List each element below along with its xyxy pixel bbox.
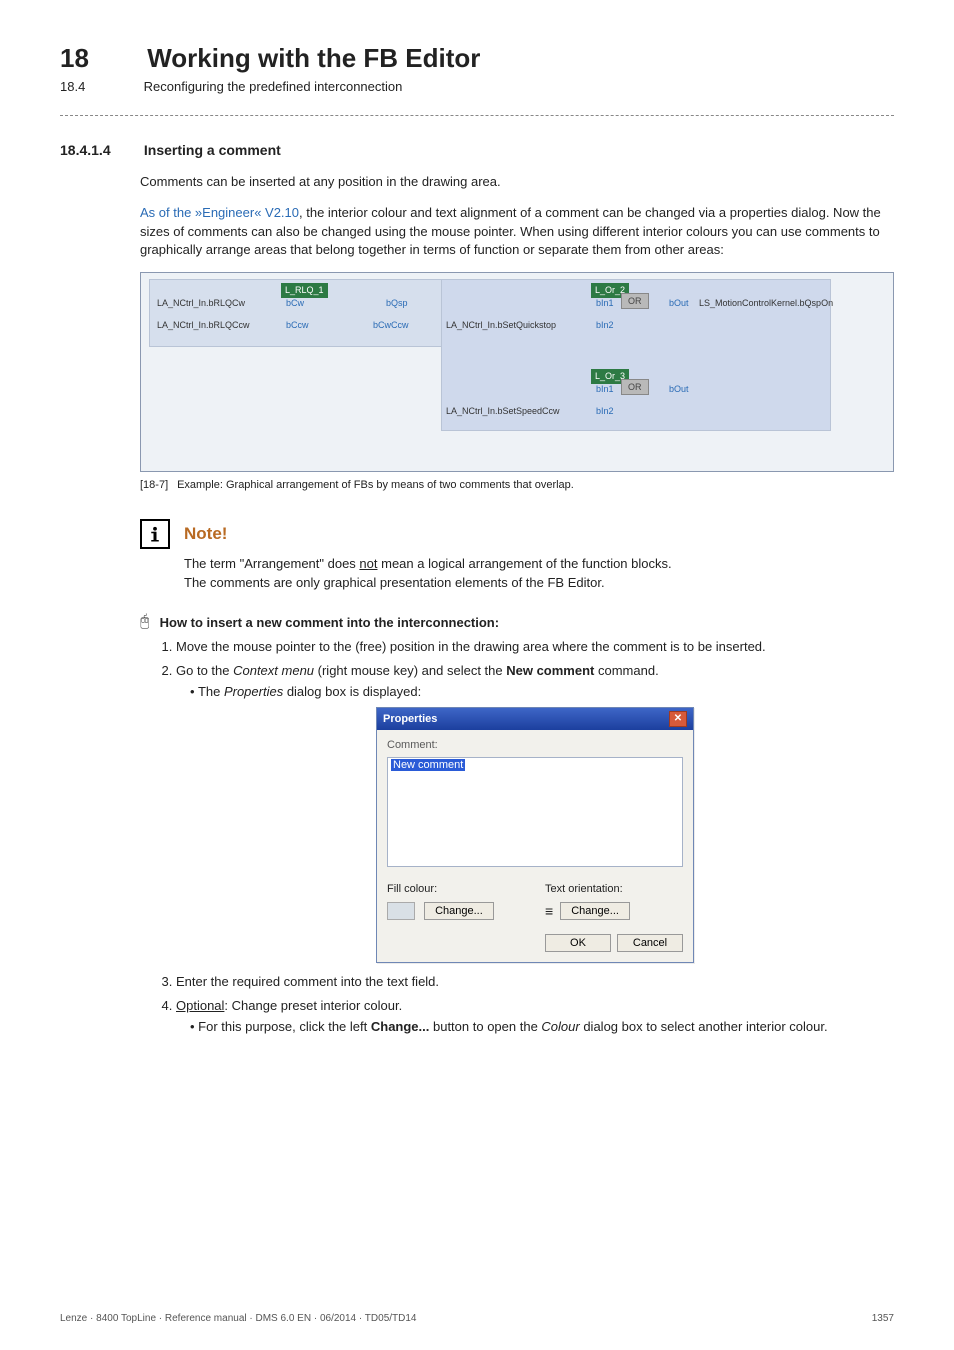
chapter-title: Working with the FB Editor [147, 43, 480, 73]
step-2-sub-properties: Properties [224, 684, 283, 699]
mouse-icon: 🖰 [140, 614, 150, 630]
step-4-sub: For this purpose, click the left Change.… [190, 1018, 894, 1036]
figure-caption: [18-7] Example: Graphical arrangement of… [140, 478, 894, 493]
footer-page: 1357 [872, 1312, 894, 1326]
figure-caption-text: Example: Graphical arrangement of FBs by… [177, 479, 574, 491]
step-4-sub-colour: Colour [541, 1019, 579, 1034]
step-2: Go to the Context menu (right mouse key)… [176, 662, 894, 963]
section-title: Reconfiguring the predefined interconnec… [144, 79, 403, 94]
version-lead: As of the »Engineer« V2.10 [140, 205, 299, 220]
subsection-heading: 18.4.1.4 Inserting a comment [60, 141, 894, 161]
port-or3-bin2: bIn2 [596, 405, 614, 418]
label-la-rlqccw: LA_NCtrl_In.bRLQCcw [157, 319, 250, 332]
subsection-title: Inserting a comment [144, 142, 281, 158]
block-rlq: L_RLQ_1 [281, 283, 328, 298]
label-ls-out: LS_MotionControlKernel.bQspOn [699, 297, 833, 310]
step-3: Enter the required comment into the text… [176, 973, 894, 991]
dialog-titlebar[interactable]: Properties ✕ [377, 708, 693, 730]
step-2-mid: (right mouse key) and select the [314, 663, 506, 678]
block-or2-body: OR [621, 295, 649, 308]
page-title: 18 Working with the FB Editor [60, 40, 894, 76]
comment-selected-text: New comment [391, 759, 465, 771]
step-1: Move the mouse pointer to the (free) pos… [176, 638, 894, 656]
block-rlq-title: L_RLQ_1 [281, 283, 328, 298]
page-footer: Lenze · 8400 TopLine · Reference manual … [60, 1312, 894, 1326]
step-4-sub-mid: button to open the [429, 1019, 541, 1034]
note-line1-prefix: The term "Arrangement" does [184, 556, 359, 571]
step-2-suffix: command. [594, 663, 658, 678]
steps-list: Move the mouse pointer to the (free) pos… [158, 638, 894, 1036]
info-icon [140, 519, 170, 549]
properties-dialog: Properties ✕ Comment: New comment Fill c… [376, 707, 694, 962]
step-4-sub-change: Change... [371, 1019, 430, 1034]
divider [60, 115, 894, 116]
label-la-rlqcw: LA_NCtrl_In.bRLQCw [157, 297, 245, 310]
label-la-setspd: LA_NCtrl_In.bSetSpeedCcw [446, 405, 560, 418]
step-2-sub: The Properties dialog box is displayed: [190, 683, 894, 701]
step-2-newcmd: New comment [506, 663, 594, 678]
step-4-label: Optional [176, 998, 224, 1013]
change-fill-button[interactable]: Change... [424, 902, 494, 920]
fill-colour-swatch [387, 902, 415, 920]
port-or3-bin1: bIn1 [596, 383, 614, 396]
note-block: Note! The term "Arrangement" does not me… [140, 519, 894, 591]
note-line2: The comments are only graphical presenta… [184, 574, 894, 592]
port-bcw: bCw [286, 297, 304, 310]
section-header: 18.4 Reconfiguring the predefined interc… [60, 78, 894, 96]
dialog-title: Properties [383, 712, 437, 727]
step-2-prefix: Go to the [176, 663, 233, 678]
howto-title: How to insert a new comment into the int… [160, 614, 499, 632]
cancel-button[interactable]: Cancel [617, 934, 683, 952]
port-or3-bout: bOut [669, 383, 689, 396]
label-la-setqs: LA_NCtrl_In.bSetQuickstop [446, 319, 556, 332]
intro-text: Comments can be inserted at any position… [140, 173, 894, 191]
step-2-sub-prefix: The [198, 684, 224, 699]
port-bcwccw: bCwCcw [373, 319, 409, 332]
comment-textarea[interactable] [387, 757, 683, 867]
section-number: 18.4 [60, 78, 140, 96]
orientation-label: Text orientation: [545, 882, 683, 897]
note-body: The term "Arrangement" does not mean a l… [184, 555, 894, 591]
comment-label: Comment: [387, 739, 438, 751]
step-2-sub-suffix: dialog box is displayed: [283, 684, 421, 699]
step-4-sub-suffix: dialog box to select another interior co… [580, 1019, 828, 1034]
port-or2-bout: bOut [669, 297, 689, 310]
note-title: Note! [184, 522, 227, 546]
step-4-sub-prefix: For this purpose, click the left [198, 1019, 371, 1034]
fill-colour-label: Fill colour: [387, 882, 525, 897]
port-or2-bin2: bIn2 [596, 319, 614, 332]
port-bqsp: bQsp [386, 297, 408, 310]
step-2-context: Context menu [233, 663, 314, 678]
footer-left: Lenze · 8400 TopLine · Reference manual … [60, 1312, 417, 1326]
howto-heading: 🖰 How to insert a new comment into the i… [140, 614, 894, 632]
figure-tag: [18-7] [140, 478, 174, 493]
figure-diagram: LA_NCtrl_In.bRLQCw LA_NCtrl_In.bRLQCcw L… [140, 272, 894, 472]
close-icon[interactable]: ✕ [669, 711, 687, 727]
note-line1-not: not [359, 556, 377, 571]
chapter-number: 18 [60, 40, 140, 76]
note-line1-suffix: mean a logical arrangement of the functi… [378, 556, 672, 571]
align-left-icon: ≡ [545, 904, 553, 918]
port-bccw: bCcw [286, 319, 309, 332]
ok-button[interactable]: OK [545, 934, 611, 952]
step-4: Optional: Change preset interior colour.… [176, 997, 894, 1036]
port-or2-bin1: bIn1 [596, 297, 614, 310]
subsection-number: 18.4.1.4 [60, 141, 140, 161]
version-paragraph: As of the »Engineer« V2.10, the interior… [140, 204, 894, 259]
step-4-rest: : Change preset interior colour. [224, 998, 402, 1013]
change-orientation-button[interactable]: Change... [560, 902, 630, 920]
block-or3-body: OR [621, 381, 649, 394]
